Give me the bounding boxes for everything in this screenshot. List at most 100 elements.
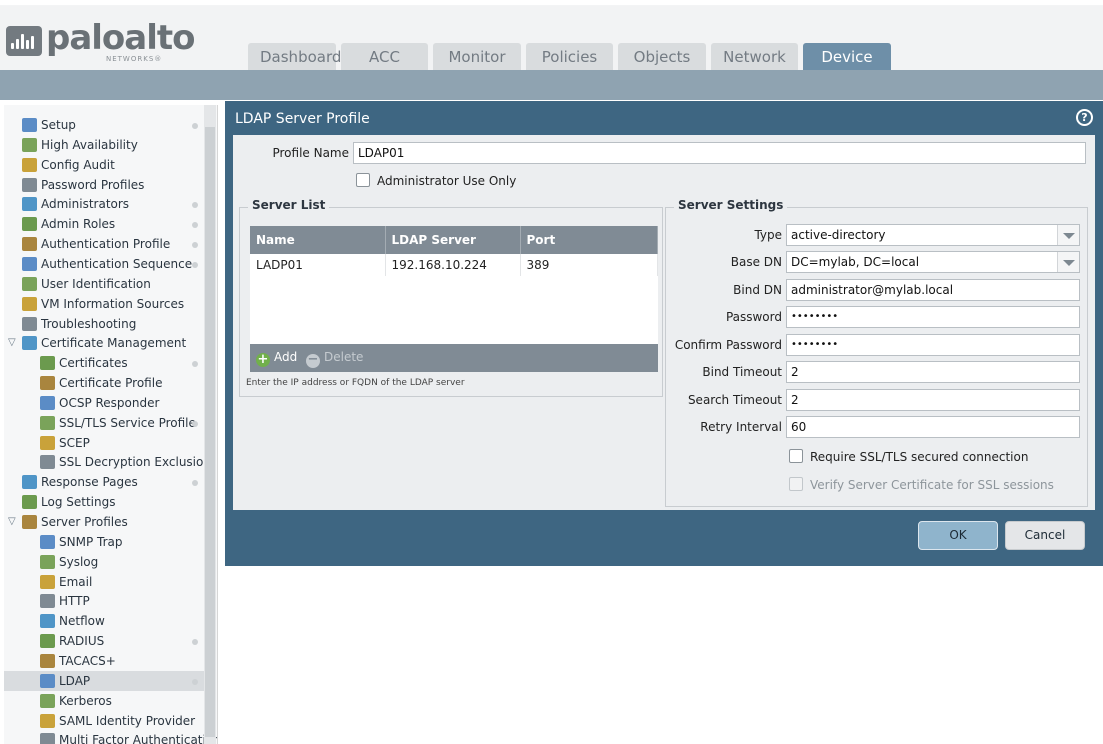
cell-name: LADP01 [250, 254, 386, 276]
sidebar-item[interactable]: SSL/TLS Service Profile [4, 413, 204, 433]
confirm-password-input[interactable]: •••••••• [786, 334, 1080, 356]
tab-dashboard[interactable]: Dashboard [248, 43, 341, 70]
sidebar-item[interactable]: ▽ Certificate Management [4, 333, 204, 353]
profile-name-input[interactable]: LDAP01 [353, 142, 1086, 164]
require-ssl-checkbox[interactable] [789, 449, 803, 463]
sidebar-item-label: Certificate Profile [59, 376, 163, 391]
help-icon[interactable]: ? [1076, 109, 1093, 126]
bind-dn-input[interactable]: administrator@mylab.local [786, 279, 1080, 301]
multi-factor-authentication-icon [40, 733, 55, 744]
sidebar-item[interactable]: Authentication Sequence [4, 254, 204, 274]
tab-network[interactable]: Network [711, 43, 798, 70]
sidebar-item[interactable]: LDAP [4, 670, 204, 691]
chevron-down-icon[interactable] [1057, 225, 1079, 245]
sidebar-item[interactable]: High Availability [4, 135, 204, 155]
logo-mark-icon [6, 26, 42, 56]
expand-caret-icon[interactable]: ▽ [8, 512, 16, 532]
base-dn-select[interactable]: DC=mylab, DC=local [786, 251, 1080, 273]
sidebar-item[interactable]: Log Settings [4, 492, 204, 512]
sidebar-item[interactable]: Email [4, 572, 204, 592]
sidebar-scrollbar[interactable] [204, 105, 216, 744]
password-profiles-icon [22, 177, 37, 192]
tab-monitor[interactable]: Monitor [433, 43, 521, 70]
sidebar-item[interactable]: SSL Decryption Exclusion [4, 452, 211, 472]
sidebar-item[interactable]: Admin Roles [4, 214, 204, 234]
sidebar-item[interactable]: Response Pages [4, 472, 204, 492]
sidebar-item[interactable]: OCSP Responder [4, 393, 204, 413]
status-dot-icon [192, 222, 198, 229]
sidebar-item[interactable]: SAML Identity Provider [4, 711, 204, 731]
sidebar-item[interactable]: Setup [4, 115, 204, 135]
tab-objects[interactable]: Objects [618, 43, 706, 70]
add-label: Add [274, 350, 298, 364]
sidebar-item[interactable]: Netflow [4, 611, 204, 631]
retry-interval-input[interactable]: 60 [786, 416, 1080, 438]
tab-policies[interactable]: Policies [526, 43, 613, 70]
sidebar-item[interactable]: Syslog [4, 552, 204, 572]
chevron-down-icon[interactable] [1057, 252, 1079, 272]
sidebar-item[interactable]: User Identification [4, 274, 204, 294]
search-timeout-input[interactable]: 2 [786, 389, 1080, 411]
sidebar-item[interactable]: VM Information Sources [4, 294, 204, 314]
sidebar-item-label: RADIUS [59, 634, 105, 649]
sidebar-item[interactable]: Certificate Profile [4, 373, 204, 393]
sidebar-item[interactable]: Certificates [4, 353, 204, 373]
ssl-tls-service-profile-icon [40, 415, 55, 430]
delete-label: Delete [324, 350, 364, 364]
expand-caret-icon[interactable]: ▽ [8, 333, 16, 353]
sidebar-item[interactable]: Authentication Profile [4, 234, 204, 254]
server-settings-title: Server Settings [674, 198, 788, 212]
sidebar-item[interactable]: Kerberos [4, 691, 204, 711]
column-header-ldap-server[interactable]: LDAP Server [385, 226, 521, 254]
sidebar-item[interactable]: Multi Factor Authentication [4, 730, 217, 744]
response-pages-icon [22, 475, 37, 490]
column-header-port[interactable]: Port [520, 226, 658, 254]
type-select[interactable]: active-directory [786, 224, 1080, 246]
sidebar-item[interactable]: RADIUS [4, 631, 204, 651]
password-label: Password [725, 310, 782, 324]
ok-button[interactable]: OK [918, 521, 998, 550]
sidebar-item[interactable]: SNMP Trap [4, 532, 204, 552]
profile-name-label: Profile Name [272, 146, 349, 160]
tab-acc[interactable]: ACC [341, 43, 428, 70]
certificate-profile-icon [40, 376, 55, 391]
tab-device[interactable]: Device [803, 43, 891, 70]
sidebar-item-label: Email [59, 574, 93, 589]
sidebar-item[interactable]: Password Profiles [4, 175, 204, 195]
confirm-password-label: Confirm Password [674, 338, 782, 352]
device-sidebar: Setup High Availability Config Audit Passwo… [4, 105, 218, 744]
sidebar-item[interactable]: ▽ Server Profiles [4, 512, 204, 532]
email-icon [40, 574, 55, 589]
base-dn-label: Base DN [730, 255, 782, 269]
cell-ldap-server: 192.168.10.224 [385, 254, 521, 276]
sidebar-item[interactable]: Administrators [4, 194, 204, 214]
sidebar-item-label: Log Settings [41, 495, 116, 510]
server-settings-group: Server Settings Type active-directory Ba… [665, 198, 1088, 507]
netflow-icon [40, 614, 55, 629]
server-list-group: Server List Name LDAP Server Port LADP01… [239, 198, 663, 397]
cancel-button[interactable]: Cancel [1005, 521, 1085, 550]
verify-cert-label: Verify Server Certificate for SSL sessio… [810, 478, 1054, 492]
status-dot-icon [192, 202, 198, 209]
column-header-name[interactable]: Name [250, 226, 386, 254]
bind-timeout-input[interactable]: 2 [786, 361, 1080, 383]
dialog-body: Profile Name LDAP01 Administrator Use On… [233, 135, 1095, 510]
saml-identity-provider-icon [40, 713, 55, 728]
sidebar-item[interactable]: SCEP [4, 433, 204, 453]
sidebar-item[interactable]: Config Audit [4, 155, 204, 175]
delete-server-button[interactable]: − Delete [306, 350, 363, 368]
sidebar-item[interactable]: Troubleshooting [4, 314, 204, 334]
password-input[interactable]: •••••••• [786, 306, 1080, 328]
sidebar-item-label: Kerberos [59, 693, 112, 708]
table-row[interactable]: LADP01 192.168.10.224 389 [250, 254, 658, 276]
logo-wordmark: paloalto [46, 18, 196, 58]
sidebar-scroll-thumb[interactable] [205, 127, 215, 737]
radius-icon [40, 634, 55, 649]
sidebar-item[interactable]: TACACS+ [4, 651, 204, 671]
sidebar-item-label: SNMP Trap [59, 534, 123, 549]
verify-cert-checkbox[interactable] [789, 477, 803, 491]
sidebar-item-label: Server Profiles [41, 515, 128, 529]
add-server-button[interactable]: + Add [256, 350, 297, 367]
admin-use-only-checkbox[interactable] [356, 173, 370, 187]
sidebar-item[interactable]: HTTP [4, 591, 204, 611]
